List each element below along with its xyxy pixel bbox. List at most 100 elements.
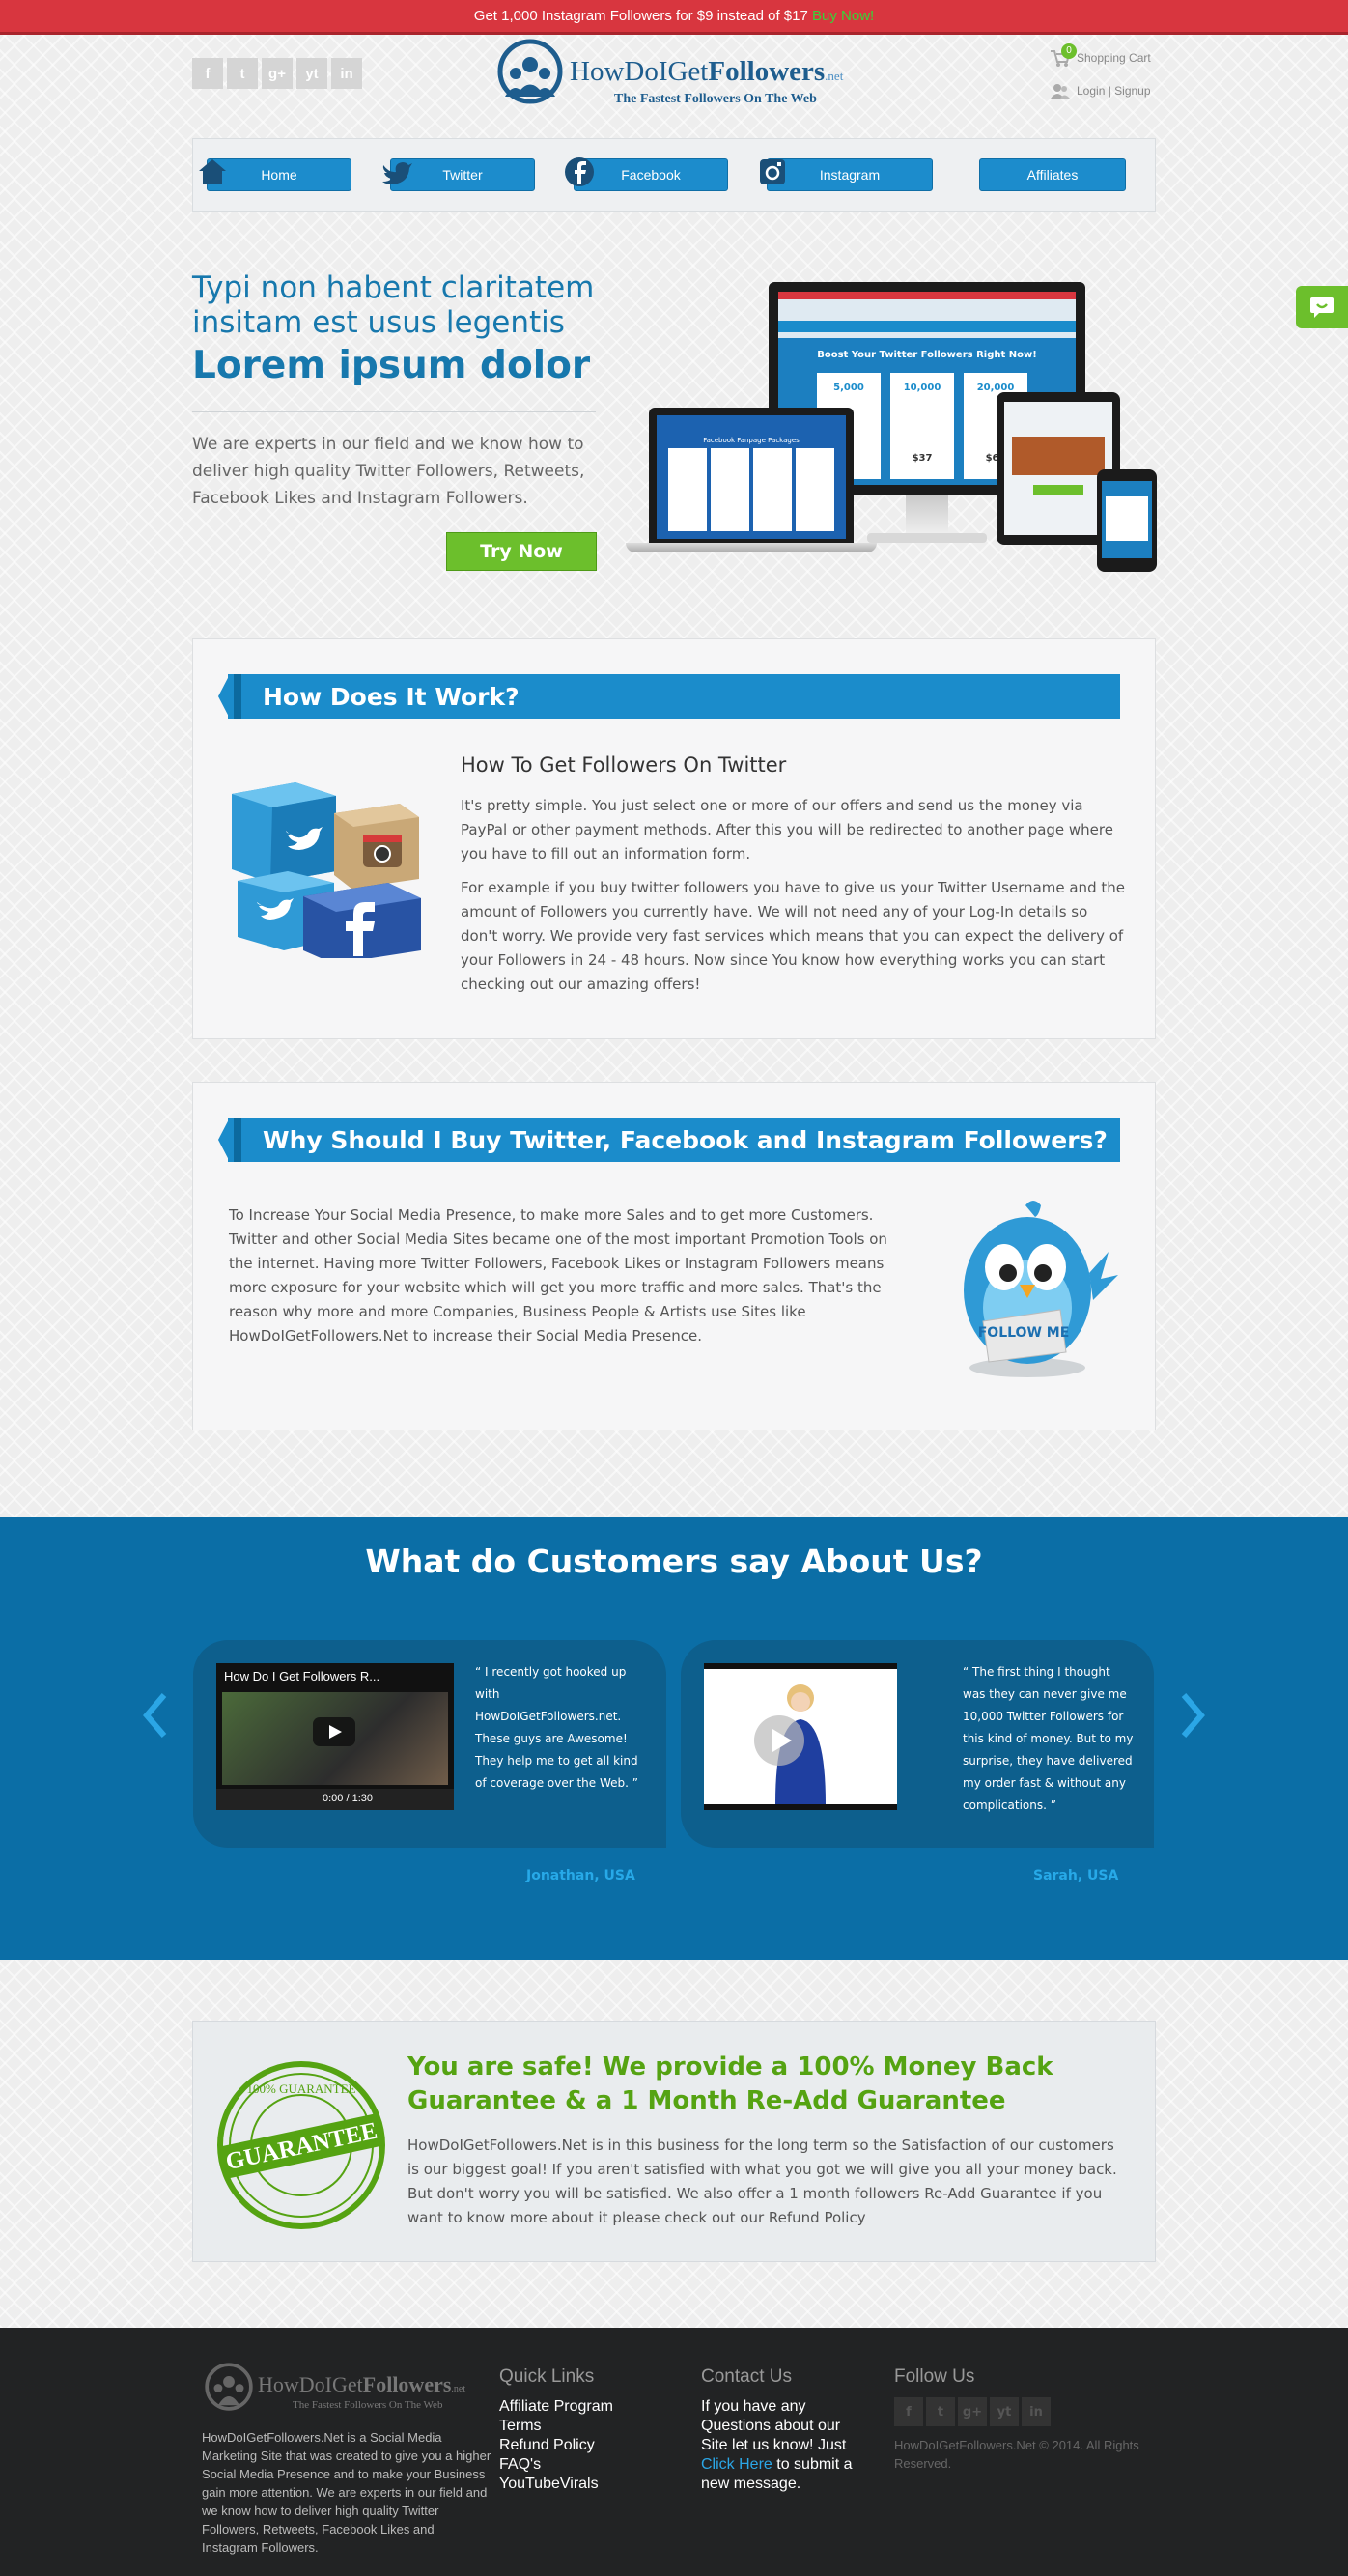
laptop-package-1 [668, 448, 707, 531]
laptop-screen: Facebook Fanpage Packages [657, 415, 846, 539]
video-title: How Do I Get Followers R... [224, 1669, 380, 1684]
laptop: Facebook Fanpage Packages [649, 408, 854, 543]
testimonial-author-2: Sarah, USA [1033, 1868, 1119, 1883]
guarantee-seal: 100% GUARANTEE GUARANTEE [217, 2061, 385, 2229]
how-title: How To Get Followers On Twitter [461, 753, 787, 777]
carousel-next-arrow[interactable] [1178, 1691, 1207, 1740]
why-buy-text: To Increase Your Social Media Presence, … [229, 1206, 887, 1345]
laptop-package-2 [711, 448, 749, 531]
promo-text: Get 1,000 Instagram Followers for $9 ins… [473, 8, 808, 24]
footer-link-faq[interactable]: FAQ's [499, 2455, 613, 2475]
testimonial-quote-2: “ The first thing I thought was they can… [963, 1665, 1134, 1812]
why-buy-panel: Why Should I Buy Twitter, Facebook and I… [192, 1082, 1156, 1430]
twitter-icon[interactable]: t [227, 58, 258, 89]
feedback-tab[interactable] [1296, 286, 1348, 328]
site-logo[interactable]: HowDoIGetFollowers.net The Fastest Follo… [496, 39, 854, 112]
nav-facebook[interactable]: Facebook [565, 157, 728, 191]
nav-instagram-label: Instagram [819, 167, 881, 183]
user-icon [1051, 84, 1070, 99]
quick-links-title: Quick Links [499, 2366, 595, 2387]
seal-ring-text: 100% GUARANTEE [246, 2081, 355, 2096]
chat-icon [1310, 297, 1334, 318]
logo-people-icon [497, 39, 563, 104]
play-button-icon[interactable] [313, 1717, 355, 1746]
footer-logo-tagline: The Fastest Followers On The Web [293, 2399, 443, 2411]
footer-youtube-icon[interactable]: yt [990, 2397, 1019, 2426]
footer-quick-links: Quick Links Affiliate Program Terms Refu… [499, 2366, 613, 2494]
guarantee-text: HowDoIGetFollowers.Net is in this busine… [407, 2137, 1117, 2226]
google-plus-icon[interactable]: g+ [262, 58, 293, 89]
nav-instagram[interactable]: Instagram [760, 158, 933, 191]
footer-linkedin-icon[interactable]: in [1022, 2397, 1051, 2426]
why-buy-ribbon: Why Should I Buy Twitter, Facebook and I… [218, 1118, 1120, 1162]
how-it-works-panel: How Does It Work? How To Get Followers O… [192, 638, 1156, 1039]
testimonial-quote-1: “ I recently got hooked up with HowDoIGe… [475, 1665, 638, 1790]
nav-twitter[interactable]: Twitter [382, 158, 535, 191]
phone-card [1106, 496, 1148, 541]
contact-click-here-link[interactable]: Click Here [701, 2456, 772, 2473]
phone-screen [1102, 481, 1152, 558]
testimonials-section: What do Customers say About Us? How Do I… [0, 1517, 1348, 1960]
login-label: Login | Signup [1077, 84, 1151, 98]
video-time: 0:00 / 1:30 [323, 1793, 373, 1804]
copyright: HowDoIGetFollowers.Net © 2014. All Right… [894, 2438, 1139, 2471]
how-paragraph-1: It's pretty simple. You just select one … [461, 797, 1113, 863]
shopping-cart-link[interactable]: 0 Shopping Cart [1050, 43, 1151, 70]
video-player-2[interactable] [704, 1663, 897, 1810]
buy-now-link[interactable]: Buy Now! [812, 8, 874, 24]
testimonial-card-2: “ The first thing I thought was they can… [681, 1640, 1154, 1848]
footer-google-plus-icon[interactable]: g+ [958, 2397, 987, 2426]
nav-home[interactable]: Home [199, 158, 351, 191]
nav-facebook-label: Facebook [621, 167, 681, 183]
linkedin-icon[interactable]: in [331, 58, 362, 89]
laptop-title: Facebook Fanpage Packages [703, 437, 800, 444]
nav-affiliates-label: Affiliates [1026, 167, 1079, 183]
youtube-icon[interactable]: yt [296, 58, 327, 89]
nav-home-label: Home [261, 167, 297, 183]
footer-link-terms[interactable]: Terms [499, 2417, 613, 2436]
youtube-video-player[interactable]: How Do I Get Followers R... 0:00 / 1:30 [216, 1663, 454, 1810]
guarantee-panel: 100% GUARANTEE GUARANTEE You are safe! W… [192, 2021, 1156, 2262]
footer-logo-name: HowDoIGetFollowers.net [258, 2372, 466, 2396]
footer-facebook-icon[interactable]: f [894, 2397, 923, 2426]
footer-twitter-icon[interactable]: t [926, 2397, 955, 2426]
tablet-packages [1012, 437, 1105, 475]
login-signup-link[interactable]: Login | Signup [1050, 79, 1151, 102]
footer-link-affiliate[interactable]: Affiliate Program [499, 2397, 613, 2417]
social-boxes-illustration [232, 782, 421, 958]
nav-affiliates[interactable]: Affiliates [979, 158, 1126, 191]
footer-link-refund[interactable]: Refund Policy [499, 2436, 613, 2455]
footer-logo-icon [205, 2363, 253, 2411]
main-nav: Home Twitter Facebook Instagram Affiliat… [192, 138, 1156, 212]
hero-divider [192, 411, 596, 412]
tablet-button [1033, 485, 1083, 495]
logo-tagline: The Fastest Followers On The Web [614, 92, 817, 106]
testimonial-card-1: How Do I Get Followers R... 0:00 / 1:30 … [193, 1640, 666, 1848]
hero-line-1: Typi non habent claritatem insitam est u… [192, 270, 595, 340]
video-controls: 0:00 / 1:30 [216, 1789, 454, 1810]
bird-sign-text: FOLLOW ME [978, 1325, 1070, 1341]
how-paragraph-2: For example if you buy twitter followers… [461, 879, 1125, 993]
carousel-prev-arrow[interactable] [141, 1691, 170, 1740]
monitor-base [867, 533, 987, 543]
seal-word: GUARANTEE [223, 2118, 379, 2176]
header-social-icons: f t g+ yt in [192, 58, 362, 89]
contact-title: Contact Us [701, 2366, 792, 2387]
spokeswoman-image [754, 1684, 826, 1804]
twitter-bird-icon [382, 162, 412, 184]
footer-follow: Follow Us f t g+ yt in HowDoIGetFollower… [894, 2366, 1155, 2473]
facebook-icon [565, 157, 594, 186]
footer-contact: Contact Us If you have any Questions abo… [701, 2366, 856, 2494]
contact-text: If you have any Questions about our Site… [701, 2398, 853, 2492]
account-area: 0 Shopping Cart Login | Signup [1050, 43, 1151, 112]
promo-bar: Get 1,000 Instagram Followers for $9 ins… [0, 0, 1348, 35]
how-it-works-ribbon: How Does It Work? [218, 674, 1120, 719]
footer-social-icons: f t g+ yt in [894, 2397, 1155, 2426]
testimonial-author-1: Jonathan, USA [526, 1868, 635, 1883]
facebook-icon[interactable]: f [192, 58, 223, 89]
guarantee-title: You are safe! We provide a 100% Money Ba… [407, 2052, 1053, 2115]
footer-logo[interactable]: HowDoIGetFollowers.net The Fastest Follo… [202, 2363, 472, 2420]
instagram-icon [760, 159, 785, 184]
try-now-button[interactable]: Try Now [446, 532, 597, 571]
footer-link-youtubevirals[interactable]: YouTubeVirals [499, 2475, 613, 2494]
